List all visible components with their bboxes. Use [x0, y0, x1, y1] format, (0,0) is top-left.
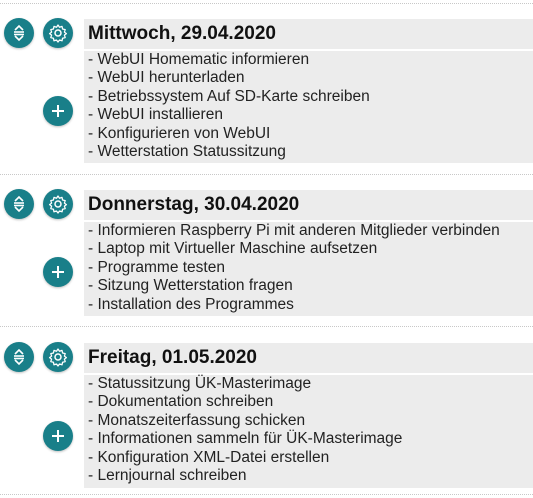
day-entry-1: Mittwoch, 29.04.2020 - WebUI Homematic i…: [0, 0, 533, 170]
plus-icon: [51, 429, 65, 443]
task-item: - Informieren Raspberry Pi mit anderen M…: [88, 222, 500, 239]
task-item: - Betriebssystem Auf SD-Karte schreiben: [88, 87, 370, 105]
plus-icon: [51, 265, 65, 279]
task-item: - Sitzung Wetterstation fragen: [88, 277, 293, 295]
task-item: - Laptop mit Virtueller Maschine aufsetz…: [88, 240, 378, 258]
task-list: - WebUI Homematic informieren - WebUI he…: [84, 51, 533, 163]
task-list: - Informieren Raspberry Pi mit anderen M…: [84, 222, 533, 316]
task-item: - WebUI installieren: [88, 106, 223, 124]
task-item: - Konfigurieren von WebUI: [88, 124, 271, 142]
task-item: - Installation des Programmes: [88, 295, 294, 313]
day-title-bar: Freitag, 01.05.2020: [84, 343, 533, 373]
task-item: - Konfiguration XML-Datei erstellen: [88, 448, 330, 466]
task-item: - Wetterstation Statussitzung: [88, 142, 286, 160]
task-item: - WebUI Homematic informieren: [88, 51, 310, 68]
day-title-bar: Mittwoch, 29.04.2020: [84, 19, 533, 49]
day-entry-3: Freitag, 01.05.2020 - Statussitzung ÜK-M…: [0, 324, 533, 494]
day-entry-2: Donnerstag, 30.04.2020 - Informieren Ras…: [0, 171, 533, 321]
task-item: - Informationen sammeln für ÜK-Masterima…: [88, 430, 403, 448]
settings-button[interactable]: [43, 342, 73, 372]
add-task-button[interactable]: [43, 421, 73, 451]
reorder-arrows-icon: [10, 24, 28, 42]
reorder-arrows-icon: [10, 195, 28, 213]
task-item: - Dokumentation schreiben: [88, 393, 274, 411]
reorder-button[interactable]: [4, 342, 34, 372]
reorder-arrows-icon: [10, 348, 28, 366]
task-item: - Programme testen: [88, 258, 225, 276]
plus-icon: [51, 104, 65, 118]
add-task-button[interactable]: [43, 257, 73, 287]
task-item: - WebUI herunterladen: [88, 69, 245, 87]
reorder-button[interactable]: [4, 18, 34, 48]
day-title: Donnerstag, 30.04.2020: [88, 194, 300, 215]
task-list: - Statussitzung ÜK-Masterimage - Dokumen…: [84, 375, 533, 488]
settings-button[interactable]: [43, 18, 73, 48]
divider: [0, 494, 533, 495]
gear-icon: [48, 347, 68, 367]
task-item: - Monatszeiterfassung schicken: [88, 411, 306, 429]
gear-icon: [48, 194, 68, 214]
day-title: Mittwoch, 29.04.2020: [88, 23, 276, 44]
task-item: - Statussitzung ÜK-Masterimage: [88, 375, 312, 392]
settings-button[interactable]: [43, 189, 73, 219]
day-title: Freitag, 01.05.2020: [88, 347, 257, 368]
reorder-button[interactable]: [4, 189, 34, 219]
task-item: - Lernjournal schreiben: [88, 466, 247, 484]
add-task-button[interactable]: [43, 96, 73, 126]
day-title-bar: Donnerstag, 30.04.2020: [84, 190, 533, 220]
gear-icon: [48, 23, 68, 43]
